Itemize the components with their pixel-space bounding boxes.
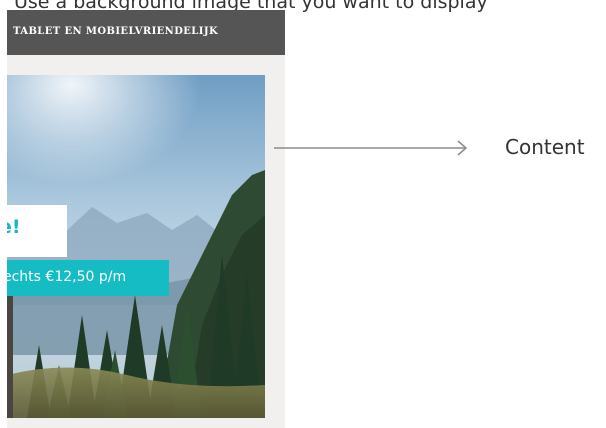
content-label: Content <box>505 135 585 159</box>
arrow-right-icon <box>274 140 468 156</box>
price-button[interactable]: echts €12,50 p/m <box>7 260 169 296</box>
price-label: echts €12,50 p/m <box>7 269 127 285</box>
top-bar: TABLET EN MOBIELVRIENDELIJK <box>7 10 285 55</box>
mobile-preview-frame: TABLET EN MOBIELVRIENDELIJK ! echts €12,… <box>7 10 285 428</box>
top-bar-title: TABLET EN MOBIELVRIENDELIJK <box>13 26 219 37</box>
headline-card: e! <box>7 205 67 257</box>
hero-background-image: e! echts €12,50 p/m <box>7 75 265 418</box>
headline-text: e! <box>7 216 21 238</box>
